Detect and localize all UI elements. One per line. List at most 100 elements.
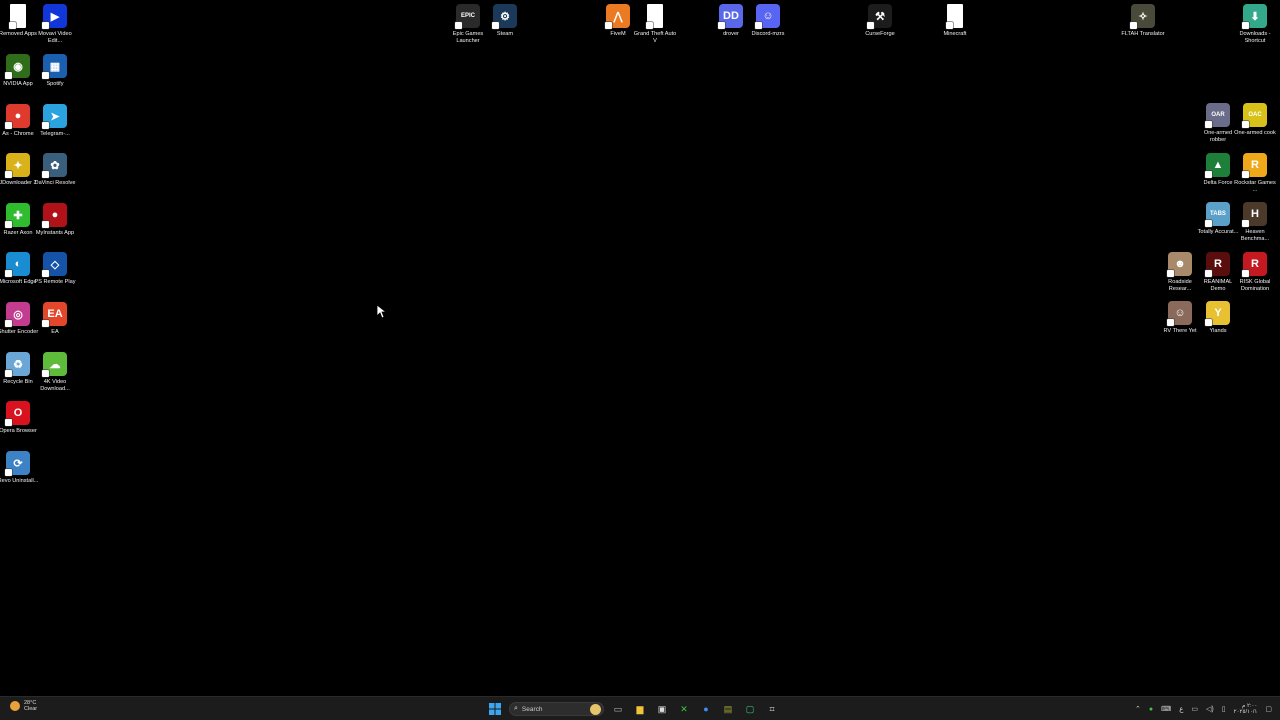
shortcut-arrow-icon (42, 22, 49, 29)
desktop-icon[interactable]: ⋀ FiveM (598, 4, 638, 38)
xbox-icon[interactable]: ✕ (676, 701, 692, 717)
weather-icon (10, 701, 20, 711)
desktop-icon[interactable]: ⬇ Downloads - Shortcut (1235, 4, 1275, 45)
desktop[interactable]: Removed Apps ▶ Movavi Video Edit... ◉ NVIDIA… (0, 0, 1280, 696)
windows-start-icon[interactable] (487, 701, 503, 717)
one-armed-robber-icon: OAR (1205, 103, 1230, 128)
file-explorer-icon[interactable]: ▆ (632, 701, 648, 717)
shortcut-arrow-icon (1242, 121, 1249, 128)
file-icon (946, 4, 963, 29)
battery-icon[interactable]: ▯ (1222, 705, 1226, 713)
roadside-icon: ☻ (1167, 252, 1192, 277)
desktop-icon[interactable]: TABS Totally Accurat... (1198, 202, 1238, 236)
mouse-cursor (377, 305, 387, 319)
shutter-icon: ◎ (5, 302, 30, 327)
pinned-apps: ▭ ▆ ▣ ✕ ● ▤ ▢ ⌗ (610, 701, 780, 717)
desktop-icon[interactable]: ✿ DaVinci Resolve (35, 153, 75, 187)
desktop-icon[interactable]: ➤ Telegram-... (35, 104, 75, 138)
search-box[interactable]: ⌕ Search (509, 702, 604, 716)
desktop-icon[interactable]: ☺ RV There Yet (1160, 301, 1200, 335)
shortcut-arrow-icon (5, 122, 12, 129)
shortcut-arrow-icon (755, 22, 762, 29)
desktop-icon[interactable]: ☺ Discord-mzrs (748, 4, 788, 38)
desktop-icon[interactable]: ▦ Spotify (35, 54, 75, 88)
notification-icon[interactable]: ▢ (1265, 705, 1272, 713)
reanimal-icon: R (1205, 252, 1230, 277)
shortcut-arrow-icon (718, 22, 725, 29)
weather-widget[interactable]: 28°C Clear (10, 700, 37, 712)
shortcut-arrow-icon (42, 171, 49, 178)
spotify-icon: ▦ (42, 54, 67, 79)
desktop-icon-label: PS Remote Play (34, 279, 76, 285)
volume-icon[interactable]: ◁) (1206, 705, 1214, 713)
desktop-icon[interactable]: H Heaven Benchma... (1235, 202, 1275, 243)
desktop-icon[interactable]: ▲ Delta Force (1198, 153, 1238, 187)
keyboard-icon[interactable]: ⌨ (1161, 705, 1171, 713)
shortcut-arrow-icon (42, 370, 49, 377)
desktop-icon-label: Revo Uninstall... (0, 478, 39, 484)
fivem-icon: ⋀ (605, 4, 630, 29)
desktop-icon[interactable]: R RISK Global Domination (1235, 252, 1275, 293)
chrome-taskbar-icon[interactable]: ● (698, 701, 714, 717)
desktop-icon[interactable]: ✧ FLTAH Translator (1121, 4, 1165, 38)
desktop-icon[interactable]: O Opera Browser (0, 401, 38, 435)
shortcut-arrow-icon (9, 22, 16, 29)
language-icon[interactable]: ع (1179, 705, 1183, 713)
desktop-icon-label: Downloads - Shortcut (1239, 31, 1271, 44)
tabs-icon: TABS (1205, 202, 1230, 227)
shortcut-arrow-icon (1205, 220, 1212, 227)
file-icon (9, 4, 26, 29)
desktop-icon[interactable]: EPIC Epic Games Launcher (448, 4, 488, 45)
network-icon[interactable]: ▭ (1191, 705, 1198, 713)
shortcut-arrow-icon (1242, 270, 1249, 277)
myinstants-icon: ● (42, 203, 67, 228)
app-taskbar-icon[interactable]: ▤ (720, 701, 736, 717)
shortcut-arrow-icon (1205, 270, 1212, 277)
desktop-icon[interactable]: Y Ylands (1198, 301, 1238, 335)
green-app-taskbar-icon[interactable]: ▢ (742, 701, 758, 717)
desktop-icon[interactable]: DD drover (711, 4, 751, 38)
ps-remote-icon: ◇ (42, 252, 67, 277)
desktop-icon[interactable]: R REANIMAL Demo (1198, 252, 1238, 293)
microsoft-store-icon[interactable]: ▣ (654, 701, 670, 717)
opera-icon: O (5, 401, 30, 426)
desktop-icon-label: Telegram-... (40, 131, 70, 137)
desktop-icon[interactable]: OAC One-armed cook (1234, 103, 1276, 137)
desktop-icon[interactable]: ◇ PS Remote Play (34, 252, 76, 286)
desktop-icon[interactable]: ● MyInstants App (35, 203, 75, 237)
search-placeholder: Search (521, 705, 543, 713)
desktop-icon[interactable]: EA EA (35, 302, 75, 336)
desktop-icon-label: Minecraft (943, 31, 967, 37)
shortcut-arrow-icon (42, 270, 49, 277)
desktop-icon[interactable]: ⚒ CurseForge (860, 4, 900, 38)
desktop-icon[interactable]: Minecraft (935, 4, 975, 38)
chevron-up-icon[interactable]: ⌃ (1135, 705, 1141, 713)
capcut-taskbar-icon[interactable]: ⌗ (764, 701, 780, 717)
desktop-icon[interactable]: ☁ 4K Video Download... (35, 352, 75, 393)
desktop-icon-label: Spotify (46, 81, 64, 87)
desktop-icon[interactable]: OAR One-armed robber (1198, 103, 1238, 144)
downloads-folder-icon: ⬇ (1242, 4, 1267, 29)
desktop-icon[interactable]: ▶ Movavi Video Edit... (35, 4, 75, 45)
search-icon: ⌕ (514, 705, 518, 712)
steam-icon: ⚙ (492, 4, 517, 29)
telegram-icon: ➤ (42, 104, 67, 129)
microphone-icon[interactable]: ● (1149, 706, 1153, 713)
recycle-bin-icon: ♻ (5, 352, 30, 377)
desktop-icon[interactable]: Grand Theft Auto V (634, 4, 676, 45)
fltah-icon: ✧ (1130, 4, 1155, 29)
shortcut-arrow-icon (646, 22, 653, 29)
desktop-icon[interactable]: ⚙ Steam (485, 4, 525, 38)
desktop-icon[interactable]: R Rockstar Games ... (1234, 153, 1276, 194)
risk-icon: R (1242, 252, 1267, 277)
shortcut-arrow-icon (492, 22, 499, 29)
task-view-icon[interactable]: ▭ (610, 701, 626, 717)
desktop-icon[interactable]: ⟳ Revo Uninstall... (0, 451, 38, 485)
shortcut-arrow-icon (1167, 319, 1174, 326)
desktop-icon-label: FLTAH Translator (1121, 31, 1165, 37)
discord-icon: ☺ (755, 4, 780, 29)
taskbar: 28°C Clear ⌕ Search ▭ ▆ ▣ ✕ ● ▤ ▢ ⌗ ⌃ ● ⌨ ع ▭ ◁… (0, 696, 1280, 720)
desktop-icon[interactable]: ☻ Roadside Resear... (1160, 252, 1200, 293)
desktop-icon-label: Heaven Benchma... (1240, 229, 1270, 242)
clock[interactable]: ٢:٠٠ م ٢٠٢٥/١٠/١ (1234, 703, 1258, 715)
